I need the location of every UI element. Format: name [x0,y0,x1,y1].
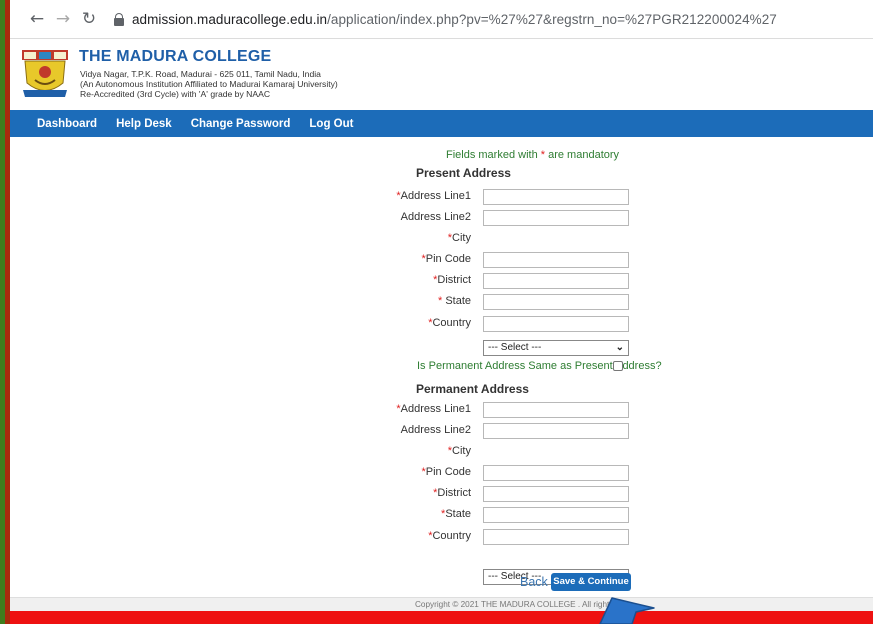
save-continue-button[interactable]: Save & Continue [551,573,631,591]
present-pin-code-input[interactable] [483,252,629,268]
pointer-arrow-icon [599,597,655,624]
college-logo [22,50,68,97]
permanent-country-label: *Country [351,530,471,542]
lock-icon[interactable] [114,12,124,26]
permanent-city-label: *City [351,445,471,457]
reload-icon[interactable]: ↻ [76,9,102,29]
menu-change-password[interactable]: Change Password [191,118,291,130]
label-text: Address Line1 [400,190,471,202]
present-city-select[interactable]: --- Select --- ⌄ [483,340,629,356]
present-district-label: *District [351,274,471,286]
label-text: Address Line2 [400,211,471,223]
address-line: Vidya Nagar, T.P.K. Road, Madurai - 625 … [80,69,321,79]
menu-dashboard[interactable]: Dashboard [37,118,97,130]
permanent-state-label: *State [351,508,471,520]
permanent-country-input[interactable] [483,529,629,545]
label-text: Country [432,530,471,542]
present-country-input[interactable] [483,316,629,332]
mandatory-note-post: are mandatory [545,149,620,161]
label-text: Address Line2 [400,424,471,436]
label-text: State [445,508,471,520]
permanent-pin-code-input[interactable] [483,465,629,481]
permanent-line1-label: *Address Line1 [351,403,471,415]
same-address-question: Is Permanent Address Same as Present Add… [417,360,662,372]
present-city-label: *City [351,232,471,244]
present-address-line1-input[interactable] [483,189,629,205]
select-value: --- Select --- [488,342,542,353]
mandatory-note: Fields marked with * are mandatory [446,149,619,161]
permanent-address-line1-input[interactable] [483,402,629,418]
mandatory-note-pre: Fields marked with [446,149,541,161]
same-address-checkbox[interactable] [613,361,623,371]
menu-log-out[interactable]: Log Out [309,118,353,130]
present-state-label: * State [351,295,471,307]
permanent-address-heading: Permanent Address [416,382,529,396]
label-text: District [437,274,471,286]
present-district-input[interactable] [483,273,629,289]
browser-window: ← → ↻ admission.maduracollege.edu.in/app… [10,0,873,611]
url-text[interactable]: admission.maduracollege.edu.in/applicati… [132,12,777,27]
label-text: City [452,232,471,244]
url-host: admission.maduracollege.edu.in [132,11,328,27]
college-name: THE MADURA COLLEGE [79,48,272,65]
frame-left-border [0,0,10,624]
forward-arrow-icon[interactable]: → [50,9,76,29]
permanent-pin-label: *Pin Code [351,466,471,478]
label-text: Pin Code [425,253,471,265]
label-text: District [437,487,471,499]
footer: Copyright © 2021 THE MADURA COLLEGE . Al… [10,597,873,611]
present-line1-label: *Address Line1 [351,190,471,202]
present-address-heading: Present Address [416,166,511,180]
present-country-label: *Country [351,317,471,329]
accreditation-line: Re-Accredited (3rd Cycle) with 'A' grade… [80,89,271,99]
present-pin-label: *Pin Code [351,253,471,265]
present-line2-label: Address Line2 [351,211,471,223]
label-text: State [445,295,471,307]
permanent-state-input[interactable] [483,507,629,523]
permanent-district-input[interactable] [483,486,629,502]
site-header: THE MADURA COLLEGE Vidya Nagar, T.P.K. R… [10,39,873,109]
permanent-line2-label: Address Line2 [351,424,471,436]
main-menu: Dashboard Help Desk Change Password Log … [10,110,873,137]
url-path: /application/index.php?pv=%27%27&regstrn… [327,11,777,27]
back-arrow-icon[interactable]: ← [24,9,50,29]
label-text: City [452,445,471,457]
label-text: Country [432,317,471,329]
menu-help-desk[interactable]: Help Desk [116,118,172,130]
chevron-down-icon: ⌄ [615,342,624,353]
label-text: Pin Code [425,466,471,478]
label-text: Address Line1 [400,403,471,415]
affiliation-line: (An Autonomous Institution Affiliated to… [80,79,338,89]
address-bar: ← → ↻ admission.maduracollege.edu.in/app… [10,0,873,39]
permanent-district-label: *District [351,487,471,499]
permanent-address-line2-input[interactable] [483,423,629,439]
back-link[interactable]: Back [520,575,548,589]
present-address-line2-input[interactable] [483,210,629,226]
present-state-input[interactable] [483,294,629,310]
